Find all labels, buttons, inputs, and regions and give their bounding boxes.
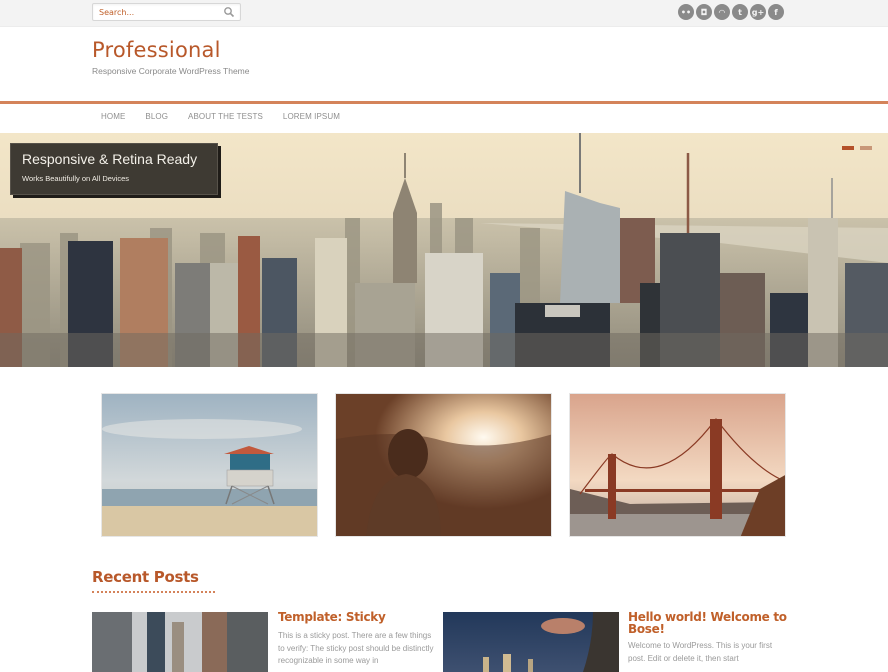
post-excerpt: This is a sticky post. There are a few t… (278, 631, 434, 665)
sunset-silhouette-image[interactable] (335, 393, 552, 537)
post-title[interactable]: Template: Sticky (278, 611, 438, 623)
site-title[interactable]: Professional (92, 38, 249, 62)
search-input[interactable] (99, 5, 219, 19)
recent-posts-heading: Recent Posts (92, 568, 199, 586)
main-navigation: HOME BLOG ABOUT THE TESTS LOREM IPSUM (101, 112, 360, 121)
post-title[interactable]: Hello world! Welcome to Bose! (628, 611, 788, 635)
beach-lifeguard-tower-image[interactable] (101, 393, 318, 537)
post-excerpt: Welcome to WordPress. This is your first… (628, 641, 773, 663)
slide-heading: Responsive & Retina Ready (22, 151, 198, 167)
instagram-icon[interactable]: ◘ (696, 4, 712, 20)
post-thumbnail[interactable] (443, 612, 619, 672)
twitter-icon[interactable]: t (732, 4, 748, 20)
slide-caption: Responsive & Retina Ready Works Beautifu… (10, 143, 218, 195)
nav-item-home[interactable]: HOME (101, 112, 125, 121)
site-branding: Professional Responsive Corporate WordPr… (92, 38, 249, 76)
nav-item-lorem-ipsum[interactable]: LOREM IPSUM (283, 112, 340, 121)
facebook-icon[interactable]: f (768, 4, 784, 20)
search-box[interactable] (92, 3, 241, 21)
slider-pagination (842, 146, 872, 150)
google-plus-icon[interactable]: g+ (750, 4, 766, 20)
social-links: •• ◘ ◠ t g+ f (678, 4, 784, 20)
flickr-icon[interactable]: •• (678, 4, 694, 20)
post-thumbnail[interactable] (92, 612, 268, 672)
slider-dot-1[interactable] (842, 146, 854, 150)
slide-subheading: Works Beautifully on All Devices (22, 174, 129, 183)
header-divider (0, 101, 888, 104)
golden-gate-bridge-image[interactable] (569, 393, 786, 537)
rss-icon[interactable]: ◠ (714, 4, 730, 20)
nav-item-blog[interactable]: BLOG (145, 112, 168, 121)
search-icon[interactable] (223, 6, 235, 18)
slider-dot-2[interactable] (860, 146, 872, 150)
recent-posts-underline (92, 591, 215, 593)
nav-item-about-the-tests[interactable]: ABOUT THE TESTS (188, 112, 263, 121)
top-bar: •• ◘ ◠ t g+ f (0, 0, 888, 27)
site-tagline: Responsive Corporate WordPress Theme (92, 66, 250, 76)
